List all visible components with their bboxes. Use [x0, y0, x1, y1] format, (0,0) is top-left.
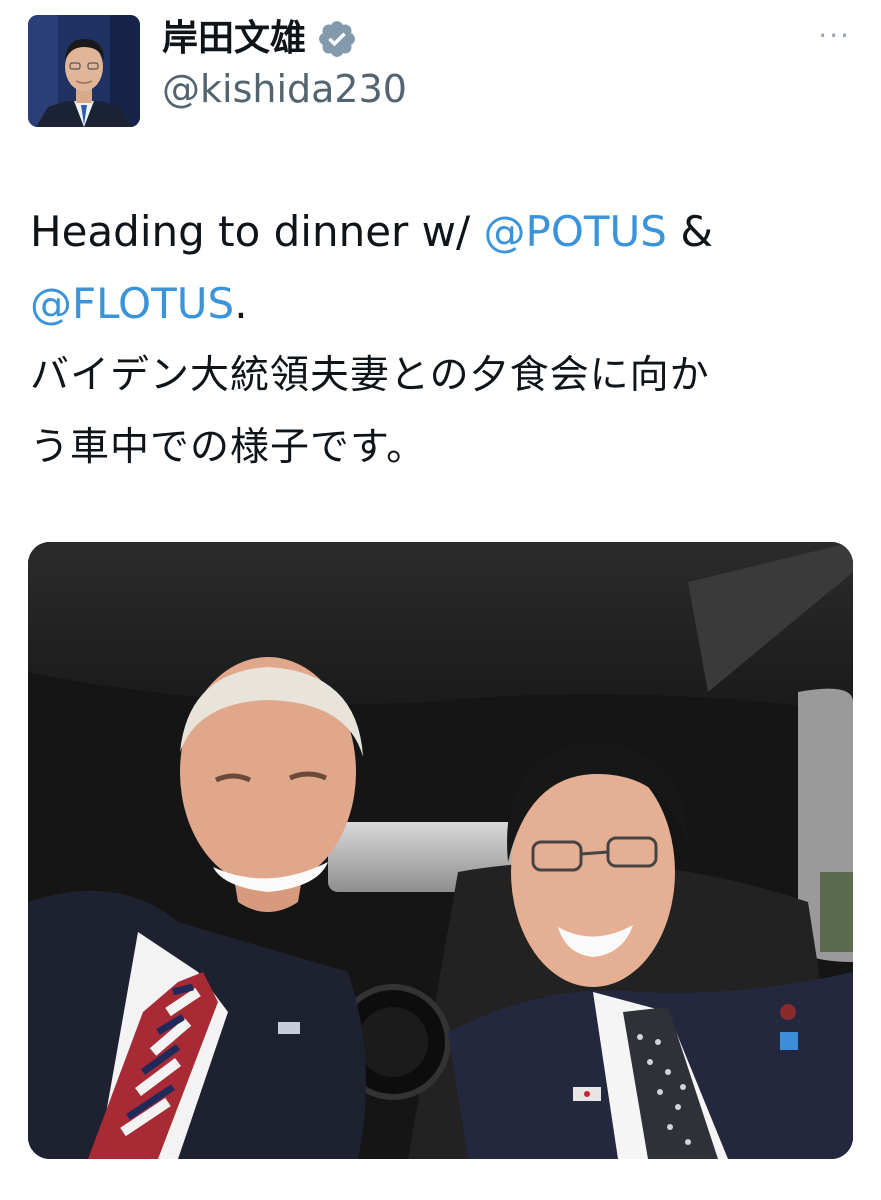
tweet-text-middle: & [666, 207, 714, 256]
display-name[interactable]: 岸田文雄 [162, 21, 306, 57]
mention-flotus[interactable]: @FLOTUS [30, 279, 234, 328]
user-name-row: 岸田文雄 [162, 14, 358, 64]
mention-potus[interactable]: @POTUS [484, 207, 667, 256]
tweet-line-1: Heading to dinner w/ @POTUS & [30, 196, 860, 268]
more-options-icon[interactable]: ··· [818, 22, 851, 50]
tweet-text-after: . [234, 279, 248, 328]
avatar[interactable] [28, 15, 140, 127]
verified-badge-icon [319, 21, 355, 57]
photo-illustration [28, 542, 853, 1159]
tweet-line-2: @FLOTUS. [30, 268, 860, 340]
user-handle[interactable]: @kishida230 [162, 70, 407, 108]
avatar-photo [28, 15, 140, 127]
tweet-line-ja-1: バイデン大統領夫妻との夕食会に向か [30, 353, 710, 398]
tweet-line-ja-2: う車中での様子です。 [30, 425, 427, 470]
tweet-text-before: Heading to dinner w/ [30, 207, 484, 256]
tweet-photo[interactable] [28, 542, 853, 1159]
tweet-text: Heading to dinner w/ @POTUS & @FLOTUS. バ… [30, 196, 860, 484]
